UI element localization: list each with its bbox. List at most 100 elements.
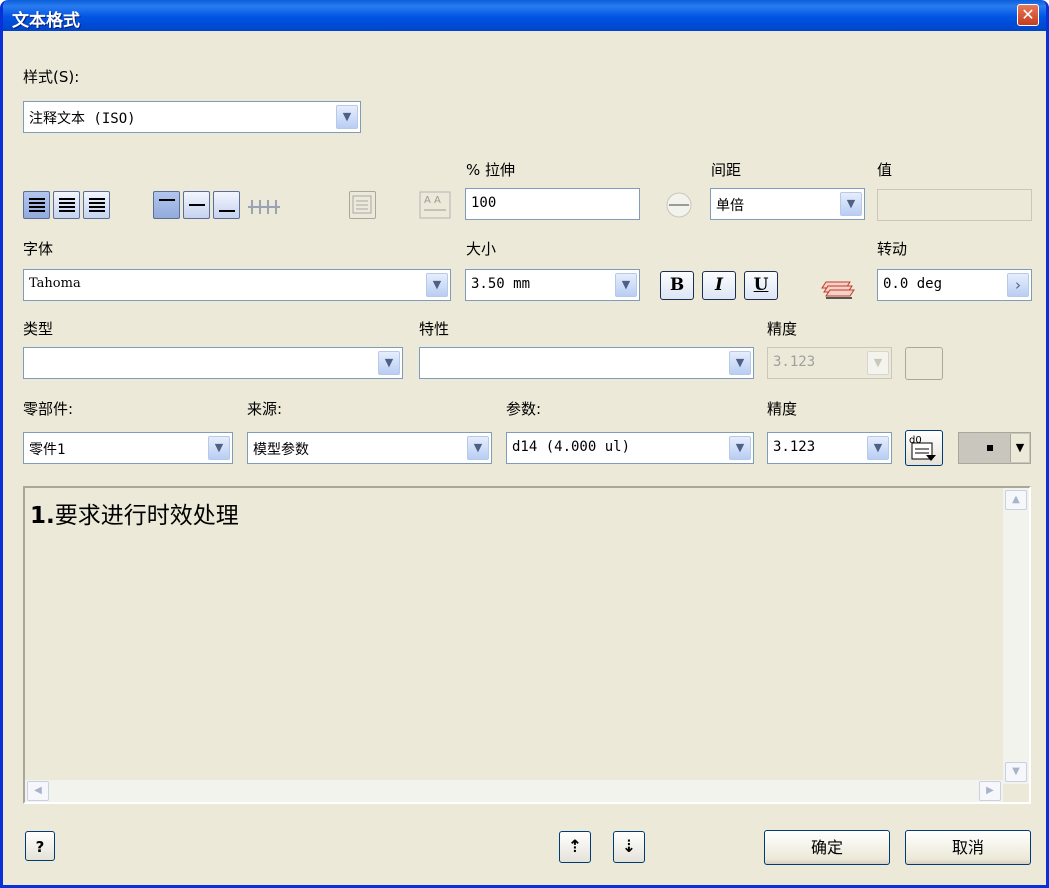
chevron-down-icon[interactable]: ▼ — [867, 351, 889, 375]
chevron-down-icon[interactable]: ▼ — [208, 436, 230, 460]
chevron-down-icon[interactable]: ▼ — [615, 273, 637, 297]
title-bar: 文本格式 ✕ — [3, 0, 1046, 31]
chevron-down-icon[interactable]: ▼ — [729, 351, 751, 375]
baseline-button[interactable] — [243, 191, 283, 219]
font-select[interactable]: Tahoma ▼ — [23, 269, 451, 301]
value-label: 值 — [877, 161, 893, 179]
text-line-content: 要求进行时效处理 — [54, 503, 239, 529]
style-value: 注释文本 (ISO) — [29, 111, 136, 127]
align-top-icon — [159, 199, 175, 201]
property-select[interactable]: ▼ — [419, 347, 754, 379]
insert-parameter-icon: d0 — [909, 435, 936, 461]
component-select[interactable]: 零件1 ▼ — [23, 432, 233, 464]
chevron-down-icon[interactable]: ▼ — [378, 351, 400, 375]
text-frame-button[interactable] — [349, 191, 376, 219]
chevron-down-icon[interactable]: ▼ — [1010, 434, 1029, 462]
chevron-right-icon[interactable]: › — [1007, 273, 1029, 297]
arrow-up-icon: ⇡ — [567, 837, 583, 857]
chevron-down-icon[interactable]: ▼ — [426, 273, 448, 297]
baseline-icon — [248, 200, 280, 214]
bold-button[interactable]: B — [660, 271, 694, 300]
horizontal-scrollbar[interactable]: ◀ ▶ — [25, 780, 1003, 802]
stretch-input[interactable]: 100 — [465, 188, 640, 220]
size-label: 大小 — [466, 240, 497, 258]
scroll-up-icon[interactable]: ▲ — [1005, 490, 1027, 510]
style-label: 样式(S): — [23, 68, 80, 86]
component-value: 零件1 — [29, 442, 66, 458]
align-lines-icon — [89, 198, 105, 200]
align-lines-icon — [29, 198, 45, 200]
move-down-button[interactable]: ⇣ — [613, 831, 645, 863]
close-button[interactable]: ✕ — [1017, 4, 1039, 26]
chevron-down-icon[interactable]: ▼ — [336, 105, 358, 129]
type-label: 类型 — [23, 320, 54, 338]
property-label: 特性 — [419, 320, 450, 338]
align-lines-icon — [59, 198, 75, 200]
italic-button[interactable]: I — [702, 271, 736, 300]
rotation-value: 0.0 deg — [883, 276, 943, 292]
symbol-dot-icon — [987, 445, 993, 451]
align-middle-icon — [189, 204, 205, 206]
scroll-left-icon[interactable]: ◀ — [27, 781, 49, 801]
source-value: 模型参数 — [253, 442, 309, 458]
vertical-scrollbar[interactable]: ▲ ▼ — [1003, 488, 1029, 784]
cancel-button[interactable]: 取消 — [905, 830, 1031, 865]
color-layers-icon — [821, 281, 855, 299]
precision-label-1: 精度 — [767, 320, 798, 338]
chevron-down-icon[interactable]: ▼ — [840, 192, 862, 216]
help-button[interactable]: ? — [25, 831, 55, 861]
precision-select-2[interactable]: 3.123 ▼ — [767, 432, 892, 464]
align-bottom-icon — [219, 210, 235, 212]
text-editor[interactable]: 1.要求进行时效处理 ▲ ▼ ◀ ▶ — [23, 486, 1031, 804]
text-color-button[interactable] — [819, 271, 859, 301]
justify-left-button[interactable] — [23, 191, 50, 219]
style-select[interactable]: 注释文本 (ISO) ▼ — [23, 101, 361, 133]
line-spacing-icon — [666, 192, 692, 218]
stretch-value: 100 — [471, 195, 497, 211]
text-line-number: 1. — [30, 503, 55, 529]
spacing-select[interactable]: 单倍 ▼ — [710, 188, 865, 220]
font-value: Tahoma — [29, 276, 81, 291]
insert-property-button[interactable] — [905, 347, 943, 380]
align-middle-button[interactable] — [183, 191, 210, 219]
stretch-icon: A A — [419, 191, 451, 219]
chevron-down-icon[interactable]: ▼ — [467, 436, 489, 460]
spacing-label: 间距 — [711, 161, 742, 179]
value-input[interactable] — [877, 189, 1032, 221]
svg-text:d0: d0 — [909, 435, 922, 446]
text-frame-icon — [352, 195, 372, 214]
precision-select-1[interactable]: 3.123 ▼ — [767, 347, 892, 379]
parameter-select[interactable]: d14 (4.000 ul) ▼ — [506, 432, 754, 464]
justify-center-button[interactable] — [53, 191, 80, 219]
align-top-button[interactable] — [153, 191, 180, 219]
type-select[interactable]: ▼ — [23, 347, 403, 379]
parameter-value: d14 (4.000 ul) — [512, 439, 631, 455]
svg-text:A A: A A — [424, 195, 441, 206]
source-select[interactable]: 模型参数 ▼ — [247, 432, 492, 464]
rotation-label: 转动 — [877, 240, 908, 258]
stretch-icon-button[interactable]: A A — [417, 189, 455, 221]
font-label: 字体 — [23, 240, 54, 258]
precision-label-2: 精度 — [767, 400, 798, 418]
align-bottom-button[interactable] — [213, 191, 240, 219]
ok-button[interactable]: 确定 — [764, 830, 890, 865]
parameter-label: 参数: — [506, 400, 542, 418]
size-select[interactable]: 3.50 mm ▼ — [465, 269, 640, 301]
move-up-button[interactable]: ⇡ — [559, 831, 591, 863]
text-format-dialog: 文本格式 ✕ 样式(S): 注释文本 (ISO) ▼ % 拉伸 间距 值 A A… — [0, 0, 1049, 888]
spacing-value: 单倍 — [716, 198, 744, 214]
line-spacing-icon-button[interactable] — [660, 191, 698, 219]
dialog-title: 文本格式 — [12, 11, 80, 31]
justify-right-button[interactable] — [83, 191, 110, 219]
insert-parameter-button[interactable]: d0 — [905, 430, 943, 466]
size-value: 3.50 mm — [471, 276, 531, 292]
rotation-input[interactable]: 0.0 deg › — [877, 269, 1032, 301]
scroll-right-icon[interactable]: ▶ — [979, 781, 1001, 801]
symbol-dropdown[interactable]: ▼ — [958, 432, 1031, 464]
chevron-down-icon[interactable]: ▼ — [729, 436, 751, 460]
source-label: 来源: — [247, 400, 283, 418]
underline-button[interactable]: U — [744, 271, 778, 300]
precision-value-2: 3.123 — [773, 439, 816, 455]
chevron-down-icon[interactable]: ▼ — [867, 436, 889, 460]
scroll-down-icon[interactable]: ▼ — [1005, 762, 1027, 782]
